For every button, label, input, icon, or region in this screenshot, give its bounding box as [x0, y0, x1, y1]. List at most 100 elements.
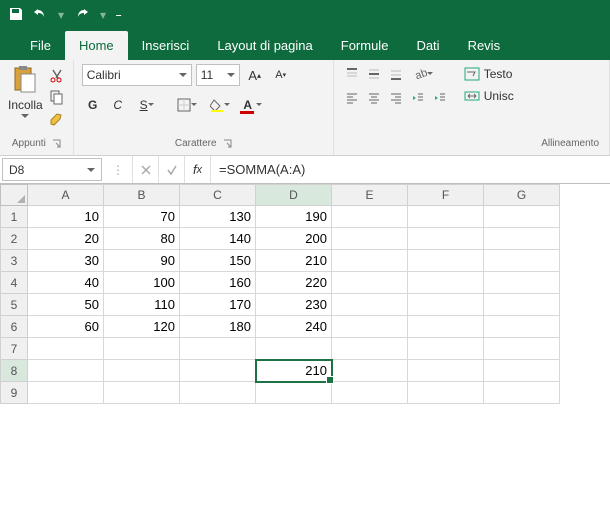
cell-F7[interactable]: [408, 338, 484, 360]
font-dialog-launcher-icon[interactable]: [223, 139, 232, 148]
cell-F6[interactable]: [408, 316, 484, 338]
save-icon[interactable]: [8, 6, 24, 25]
enter-formula-icon[interactable]: [158, 156, 184, 183]
cell-D5[interactable]: 230: [256, 294, 332, 316]
cell-G8[interactable]: [484, 360, 560, 382]
cell-D6[interactable]: 240: [256, 316, 332, 338]
format-painter-icon[interactable]: [49, 110, 65, 129]
cell-A6[interactable]: 60: [28, 316, 104, 338]
align-top-icon[interactable]: [342, 64, 362, 84]
cell-E3[interactable]: [332, 250, 408, 272]
increase-indent-icon[interactable]: [430, 88, 450, 108]
cell-G1[interactable]: [484, 206, 560, 228]
sheet-grid[interactable]: 1107013019022080140200330901502104401001…: [0, 206, 610, 404]
fill-color-icon[interactable]: [205, 94, 235, 116]
name-box[interactable]: D8: [2, 158, 102, 181]
cell-C7[interactable]: [180, 338, 256, 360]
align-middle-icon[interactable]: [364, 64, 384, 84]
align-left-icon[interactable]: [342, 88, 362, 108]
cell-E4[interactable]: [332, 272, 408, 294]
cell-F1[interactable]: [408, 206, 484, 228]
paste-icon[interactable]: [9, 64, 41, 96]
cell-F5[interactable]: [408, 294, 484, 316]
cell-D8[interactable]: 210: [256, 360, 332, 382]
font-family-combo[interactable]: Calibri: [82, 64, 192, 86]
tab-review[interactable]: Revis: [454, 31, 515, 60]
cell-G5[interactable]: [484, 294, 560, 316]
formula-bar-grip[interactable]: ⋮: [104, 156, 132, 183]
cell-B6[interactable]: 120: [104, 316, 180, 338]
tab-home[interactable]: Home: [65, 31, 128, 60]
row-header-4[interactable]: 4: [0, 272, 28, 294]
cell-B1[interactable]: 70: [104, 206, 180, 228]
redo-icon[interactable]: [74, 6, 90, 25]
align-right-icon[interactable]: [386, 88, 406, 108]
row-header-6[interactable]: 6: [0, 316, 28, 338]
cell-D9[interactable]: [256, 382, 332, 404]
row-header-8[interactable]: 8: [0, 360, 28, 382]
cell-F9[interactable]: [408, 382, 484, 404]
cell-D1[interactable]: 190: [256, 206, 332, 228]
col-header-F[interactable]: F: [408, 184, 484, 206]
col-header-E[interactable]: E: [332, 184, 408, 206]
cell-A7[interactable]: [28, 338, 104, 360]
cell-G9[interactable]: [484, 382, 560, 404]
cell-E6[interactable]: [332, 316, 408, 338]
cell-B4[interactable]: 100: [104, 272, 180, 294]
cell-E9[interactable]: [332, 382, 408, 404]
cell-A4[interactable]: 40: [28, 272, 104, 294]
cell-B8[interactable]: [104, 360, 180, 382]
tab-data[interactable]: Dati: [402, 31, 453, 60]
wrap-text-button[interactable]: Testo: [464, 64, 514, 84]
cell-B2[interactable]: 80: [104, 228, 180, 250]
paste-button-label[interactable]: Incolla: [8, 98, 43, 112]
bold-button[interactable]: G: [82, 94, 104, 116]
cell-D4[interactable]: 220: [256, 272, 332, 294]
cell-C6[interactable]: 180: [180, 316, 256, 338]
cell-G7[interactable]: [484, 338, 560, 360]
copy-icon[interactable]: [49, 89, 65, 108]
cut-icon[interactable]: [49, 68, 65, 87]
cell-B9[interactable]: [104, 382, 180, 404]
fx-icon[interactable]: fx: [184, 156, 210, 183]
cell-D3[interactable]: 210: [256, 250, 332, 272]
cell-A3[interactable]: 30: [28, 250, 104, 272]
col-header-A[interactable]: A: [28, 184, 104, 206]
merge-center-button[interactable]: Unisc: [464, 86, 514, 106]
formula-input[interactable]: =SOMMA(A:A): [210, 156, 610, 183]
cell-G2[interactable]: [484, 228, 560, 250]
cell-F2[interactable]: [408, 228, 484, 250]
cell-C5[interactable]: 170: [180, 294, 256, 316]
cell-B5[interactable]: 110: [104, 294, 180, 316]
tab-insert[interactable]: Inserisci: [128, 31, 204, 60]
cell-G6[interactable]: [484, 316, 560, 338]
font-color-icon[interactable]: A: [238, 94, 268, 116]
tab-file[interactable]: File: [16, 31, 65, 60]
cell-E5[interactable]: [332, 294, 408, 316]
cell-E8[interactable]: [332, 360, 408, 382]
cell-F4[interactable]: [408, 272, 484, 294]
cell-A1[interactable]: 10: [28, 206, 104, 228]
grow-font-icon[interactable]: A▴: [244, 64, 266, 86]
cell-G4[interactable]: [484, 272, 560, 294]
col-header-D[interactable]: D: [256, 184, 332, 206]
cell-D2[interactable]: 200: [256, 228, 332, 250]
tab-formulas[interactable]: Formule: [327, 31, 403, 60]
col-header-C[interactable]: C: [180, 184, 256, 206]
shrink-font-icon[interactable]: A▾: [270, 64, 292, 86]
align-bottom-icon[interactable]: [386, 64, 406, 84]
cancel-formula-icon[interactable]: [132, 156, 158, 183]
cell-A2[interactable]: 20: [28, 228, 104, 250]
row-header-3[interactable]: 3: [0, 250, 28, 272]
cell-E7[interactable]: [332, 338, 408, 360]
cell-G3[interactable]: [484, 250, 560, 272]
italic-button[interactable]: C: [107, 94, 129, 116]
cell-A5[interactable]: 50: [28, 294, 104, 316]
col-header-G[interactable]: G: [484, 184, 560, 206]
cell-C4[interactable]: 160: [180, 272, 256, 294]
clipboard-dialog-launcher-icon[interactable]: [52, 139, 61, 148]
select-all-triangle[interactable]: [0, 184, 28, 206]
row-header-9[interactable]: 9: [0, 382, 28, 404]
cell-A9[interactable]: [28, 382, 104, 404]
col-header-B[interactable]: B: [104, 184, 180, 206]
